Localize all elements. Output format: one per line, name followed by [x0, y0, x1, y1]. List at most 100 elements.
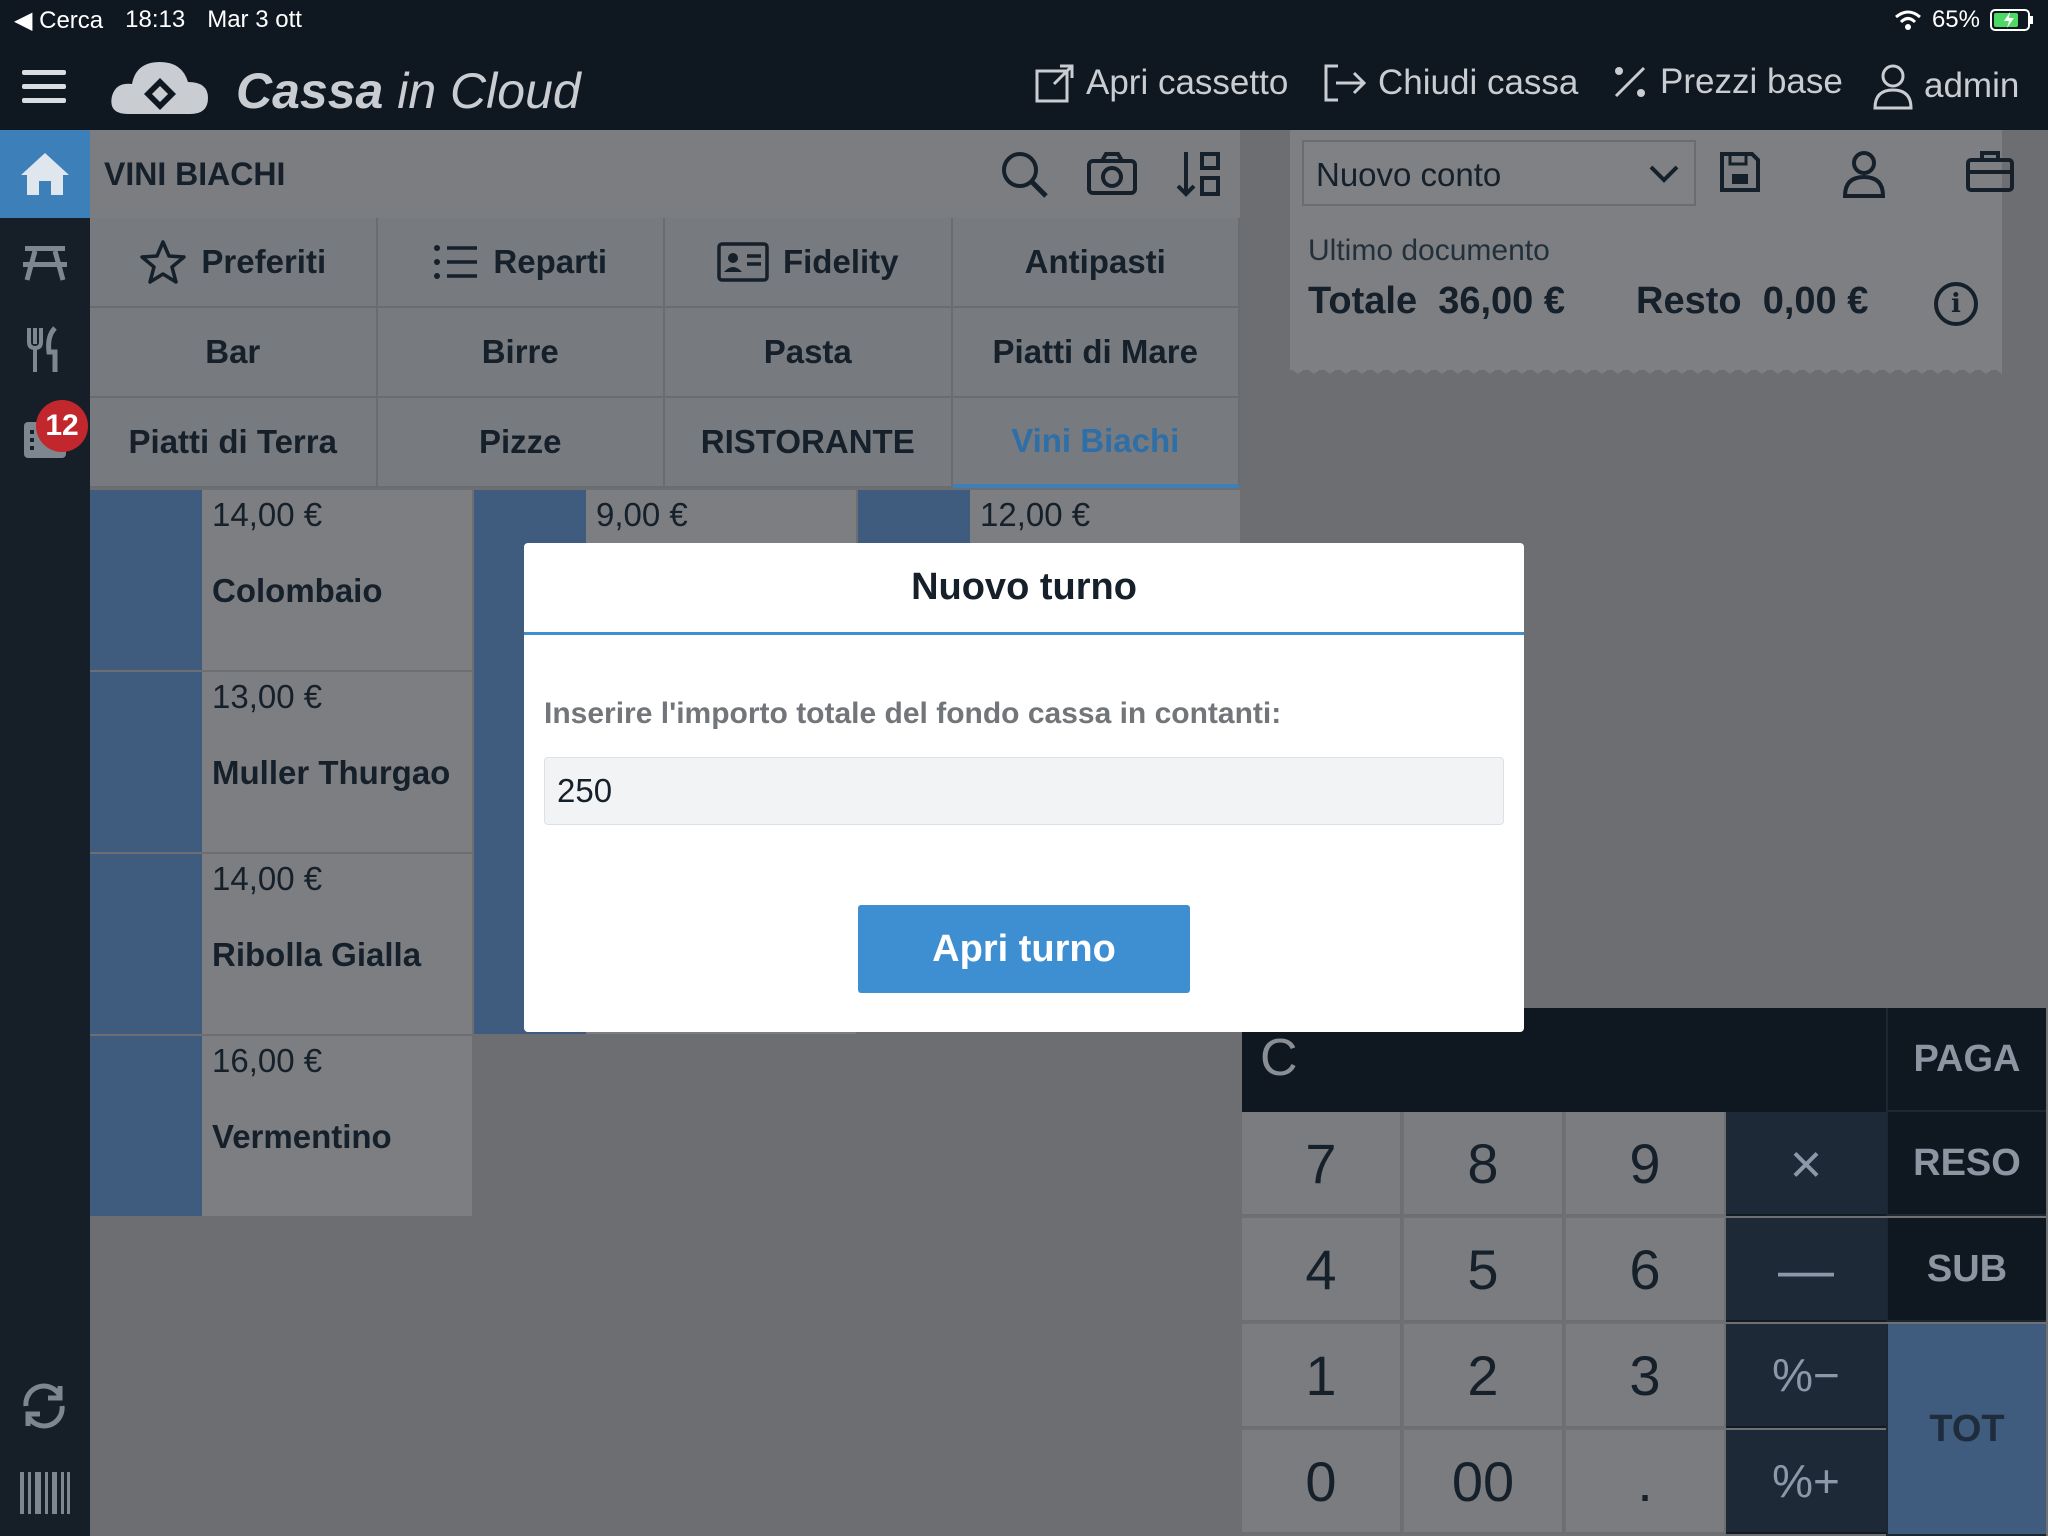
status-bar: ◀ Cerca 18:13 Mar 3 ott 65%	[0, 0, 2048, 40]
category-grid: Preferiti Reparti Fidelity Antipasti Bar…	[90, 218, 1240, 488]
percent-discount-key[interactable]: %−	[1726, 1324, 1886, 1428]
cash-fund-input[interactable]	[544, 757, 1504, 825]
product-tile[interactable]: 14,00 € Colombaio	[90, 490, 472, 670]
tab-label: Reparti	[493, 243, 608, 280]
cloud-logo-icon	[111, 62, 208, 114]
return-key[interactable]: RESO	[1886, 1112, 2046, 1216]
product-price: 14,00 €	[212, 496, 323, 533]
base-prices-button[interactable]: Prezzi base	[1610, 62, 1843, 102]
tab-bar[interactable]: Bar	[90, 308, 378, 398]
key-5[interactable]: 5	[1404, 1218, 1564, 1322]
key-8[interactable]: 8	[1404, 1112, 1564, 1216]
percent-surcharge-key[interactable]: %+	[1726, 1430, 1886, 1534]
app-logo-text: Cassa in Cloud	[236, 63, 581, 119]
wifi-icon	[1894, 10, 1921, 30]
category-header: VINI BIACHI	[90, 130, 1240, 218]
tab-pasta[interactable]: Pasta	[665, 308, 953, 398]
key-00[interactable]: 00	[1404, 1430, 1564, 1534]
pay-key[interactable]: PAGA	[1886, 1008, 2046, 1112]
multiply-key[interactable]: ×	[1726, 1112, 1886, 1216]
key-2[interactable]: 2	[1404, 1324, 1564, 1428]
utensils-icon	[27, 326, 58, 372]
product-price: 12,00 €	[980, 496, 1091, 533]
tab-birre[interactable]: Birre	[377, 308, 665, 398]
tab-piatti-di-terra[interactable]: Piatti di Terra	[90, 398, 378, 488]
briefcase-icon[interactable]	[1966, 150, 2014, 192]
product-price: 9,00 €	[596, 496, 688, 533]
tab-label: Pasta	[763, 333, 852, 370]
sync-icon[interactable]	[18, 1380, 70, 1432]
customer-icon[interactable]	[1842, 150, 1886, 198]
sign-out-icon	[1324, 64, 1367, 102]
key-6[interactable]: 6	[1566, 1218, 1726, 1322]
tab-label: Preferiti	[201, 243, 327, 280]
info-icon[interactable]: i	[1934, 282, 1978, 326]
last-change: Resto 0,00 €	[1636, 280, 1869, 322]
tab-label: Piatti di Terra	[128, 423, 337, 460]
last-document-label: Ultimo documento	[1308, 234, 1550, 267]
product-color-stripe	[90, 490, 202, 670]
product-name: Muller Thurgao	[212, 754, 451, 791]
tab-label: Antipasti	[1024, 243, 1166, 280]
back-to-search[interactable]: ◀ Cerca	[14, 6, 103, 35]
sidebar-item-tables[interactable]	[0, 218, 90, 306]
tab-reparti[interactable]: Reparti	[377, 218, 665, 308]
percent-icon	[1614, 66, 1646, 98]
app-header: Cassa in Cloud Apri cassetto Chiudi cass…	[0, 40, 2048, 130]
user-menu-button[interactable]: admin	[1872, 62, 2019, 110]
tab-label: Bar	[205, 333, 261, 370]
sort-icon[interactable]	[1174, 148, 1226, 200]
product-price: 16,00 €	[212, 1042, 323, 1079]
tab-fidelity[interactable]: Fidelity	[665, 218, 953, 308]
camera-icon[interactable]	[1086, 148, 1138, 200]
barcode-icon[interactable]	[20, 1472, 70, 1514]
close-register-button[interactable]: Chiudi cassa	[1322, 62, 1578, 104]
tab-preferiti[interactable]: Preferiti	[90, 218, 378, 308]
sidebar-item-home[interactable]	[0, 130, 90, 218]
total-key[interactable]: TOT	[1886, 1324, 2046, 1536]
key-3[interactable]: 3	[1566, 1324, 1726, 1428]
clear-key[interactable]: C	[1260, 1028, 1298, 1088]
product-color-stripe	[90, 672, 202, 852]
account-select[interactable]: Nuovo conto	[1302, 140, 1696, 206]
open-shift-button[interactable]: Apri turno	[858, 905, 1190, 993]
tab-vini-biachi[interactable]: Vini Biachi	[952, 398, 1240, 488]
key-decimal[interactable]: .	[1566, 1430, 1726, 1534]
sidebar: 12	[0, 130, 90, 1536]
product-tile[interactable]: 16,00 € Vermentino	[90, 1036, 472, 1216]
tab-label: Piatti di Mare	[992, 333, 1198, 370]
tab-label: Fidelity	[782, 243, 899, 280]
key-1[interactable]: 1	[1242, 1324, 1402, 1428]
user-icon	[1873, 64, 1913, 110]
sidebar-item-orders[interactable]: 12	[0, 394, 90, 482]
star-icon	[140, 240, 187, 284]
external-link-icon	[1035, 64, 1074, 103]
menu-icon[interactable]	[22, 70, 66, 112]
receipt-zigzag-edge	[1290, 362, 2002, 374]
tab-ristorante[interactable]: RISTORANTE	[665, 398, 953, 488]
subtotal-key[interactable]: SUB	[1886, 1218, 2046, 1322]
key-7[interactable]: 7	[1242, 1112, 1402, 1216]
open-drawer-button[interactable]: Apri cassetto	[1034, 62, 1288, 104]
tab-pizze[interactable]: Pizze	[377, 398, 665, 488]
key-0[interactable]: 0	[1242, 1430, 1402, 1534]
product-tile[interactable]: 13,00 € Muller Thurgao	[90, 672, 472, 852]
product-name: Ribolla Gialla	[212, 936, 422, 973]
product-tile[interactable]: 14,00 € Ribolla Gialla	[90, 854, 472, 1034]
cash-fund-label: Inserire l'importo totale del fondo cass…	[544, 697, 1282, 730]
tab-piatti-di-mare[interactable]: Piatti di Mare	[952, 308, 1240, 398]
key-4[interactable]: 4	[1242, 1218, 1402, 1322]
new-shift-dialog: Nuovo turno Inserire l'importo totale de…	[524, 543, 1524, 1032]
tab-antipasti[interactable]: Antipasti	[952, 218, 1240, 308]
search-icon[interactable]	[998, 148, 1050, 200]
product-price: 14,00 €	[212, 860, 323, 897]
sidebar-item-restaurant[interactable]	[0, 306, 90, 394]
dialog-title: Nuovo turno	[524, 543, 1524, 635]
orders-count-badge: 12	[36, 400, 88, 452]
status-time: 18:13	[125, 6, 186, 33]
minus-key[interactable]: —	[1726, 1218, 1886, 1322]
tab-label: RISTORANTE	[700, 423, 915, 460]
key-9[interactable]: 9	[1566, 1112, 1726, 1216]
save-icon[interactable]	[1718, 150, 1762, 194]
keypad: C PAGA 7 8 9 × RESO 4 5 6 — SUB 1 2 3 %−…	[1242, 1008, 2048, 1536]
